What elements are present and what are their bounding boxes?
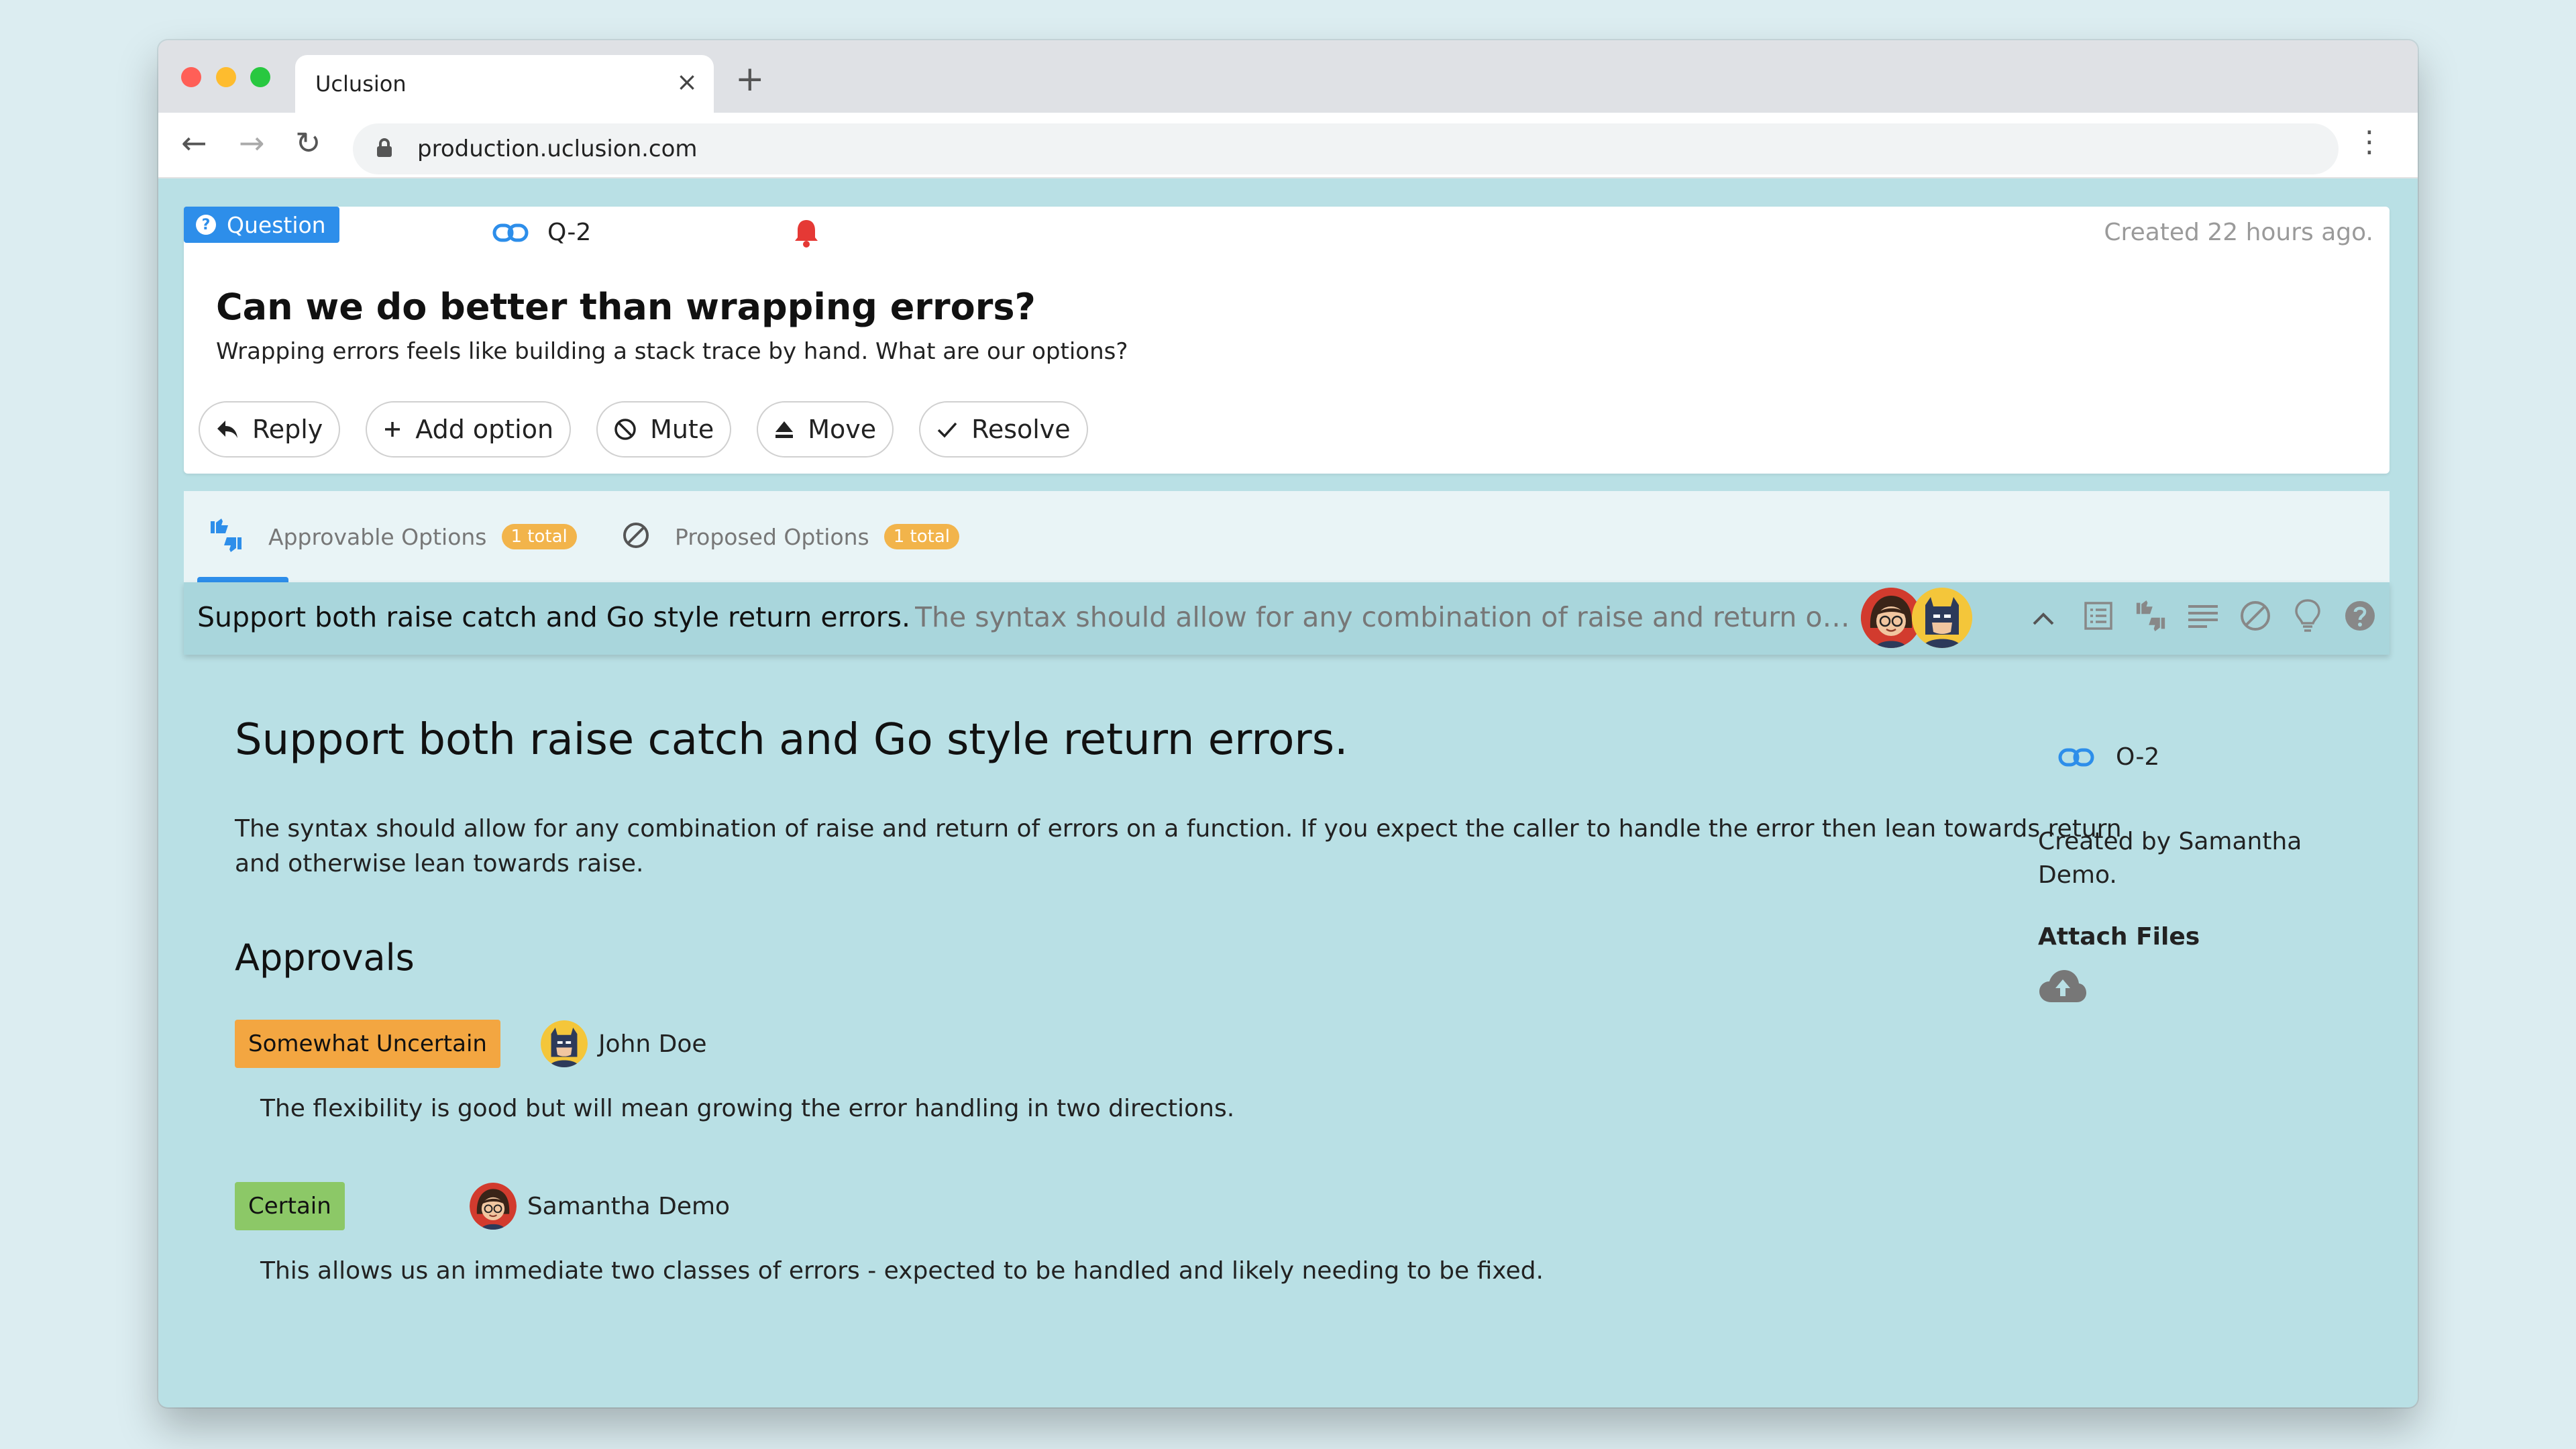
question-description: Wrapping errors feels like building a st…: [216, 338, 1128, 365]
forward-button[interactable]: →: [239, 127, 265, 158]
option-id: O-2: [2116, 743, 2160, 771]
mute-label: Mute: [650, 415, 714, 444]
avatar-samantha: [469, 1183, 517, 1230]
back-button[interactable]: ←: [181, 127, 207, 158]
approvable-count-badge: 1 total: [501, 524, 577, 549]
browser-window: Uclusion × + ← → ↻ production.uclusion.c…: [158, 40, 2418, 1407]
option-description: The syntax should allow for any combinat…: [235, 815, 2122, 877]
question-actions: Reply Add option Mute Move Resolve: [199, 401, 1088, 458]
link-icon[interactable]: [2058, 747, 2094, 767]
mute-button[interactable]: Mute: [596, 401, 732, 458]
add-option-button[interactable]: Add option: [366, 401, 572, 458]
question-title: Can we do better than wrapping errors?: [216, 286, 1036, 328]
options-tabs: Approvable Options 1 total Proposed Opti…: [184, 491, 2390, 582]
certainty-badge: Certain: [235, 1182, 345, 1230]
approver-name: John Doe: [598, 1030, 707, 1058]
cloud-upload-icon[interactable]: [2038, 969, 2088, 1008]
question-id: Q-2: [547, 219, 592, 246]
collapse-chevron-icon[interactable]: [2031, 600, 2055, 634]
tab-approvable-label: Approvable Options: [268, 523, 487, 550]
thumbs-up-down-icon[interactable]: [2132, 597, 2169, 635]
browser-menu-button[interactable]: ⋮: [2355, 127, 2384, 157]
reload-button[interactable]: ↻: [295, 127, 321, 158]
approvals-heading: Approvals: [235, 936, 415, 979]
option-row-snippet: The syntax should allow for any combinat…: [915, 601, 1851, 633]
tab-title: Uclusion: [315, 71, 407, 97]
link-icon[interactable]: [492, 223, 529, 243]
lightbulb-icon[interactable]: [2289, 597, 2326, 635]
block-icon[interactable]: [2237, 597, 2274, 635]
maximize-window-button[interactable]: [250, 67, 270, 87]
approver-name: Samantha Demo: [527, 1192, 731, 1220]
option-row-actions: [2080, 597, 2379, 635]
document-list-icon[interactable]: [2080, 597, 2117, 635]
question-badge: ? Question: [184, 207, 339, 243]
block-icon: [621, 521, 651, 553]
check-icon: [936, 420, 958, 439]
move-label: Move: [808, 415, 877, 444]
url-text[interactable]: production.uclusion.com: [417, 136, 698, 162]
close-window-button[interactable]: [181, 67, 201, 87]
approval-row: Somewhat Uncertain John Doe: [235, 1020, 707, 1068]
tab-approvable-options[interactable]: Approvable Options 1 total: [208, 491, 577, 582]
question-card: ? Question Q-2 Created 22 hours ago. Can…: [184, 207, 2390, 474]
resolve-button[interactable]: Resolve: [919, 401, 1088, 458]
address-bar[interactable]: production.uclusion.com: [353, 123, 2339, 174]
move-button[interactable]: Move: [757, 401, 894, 458]
approval-row: Certain Samantha Demo: [235, 1182, 730, 1230]
eject-icon: [774, 420, 794, 439]
approval-comment: The flexibility is good but will mean gr…: [260, 1095, 1235, 1122]
new-tab-button[interactable]: +: [735, 62, 765, 97]
attach-files-label: Attach Files: [2038, 923, 2200, 951]
notes-icon[interactable]: [2184, 597, 2222, 635]
question-link[interactable]: Q-2: [492, 219, 591, 246]
reply-button[interactable]: Reply: [199, 401, 341, 458]
created-by: Created by Samantha Demo.: [2038, 828, 2302, 889]
resolve-label: Resolve: [971, 415, 1071, 444]
reply-label: Reply: [252, 415, 323, 444]
tab-proposed-label: Proposed Options: [675, 523, 869, 550]
approval-comment: This allows us an immediate two classes …: [260, 1257, 1544, 1285]
minimize-window-button[interactable]: [216, 67, 236, 87]
avatar-john: [540, 1020, 588, 1067]
certainty-badge: Somewhat Uncertain: [235, 1020, 500, 1068]
page-content: ? Question Q-2 Created 22 hours ago. Can…: [158, 178, 2418, 1407]
active-tab-indicator: [197, 577, 288, 582]
thumbs-up-down-icon: [208, 519, 244, 555]
question-badge-label: Question: [227, 211, 326, 238]
created-time: Created 22 hours ago.: [2104, 219, 2373, 246]
proposed-count-badge: 1 total: [883, 524, 960, 549]
reply-icon: [216, 419, 239, 439]
avatar-john: [1912, 588, 1972, 648]
tab-proposed-options[interactable]: Proposed Options 1 total: [621, 491, 960, 582]
add-option-label: Add option: [415, 415, 554, 444]
option-title: Support both raise catch and Go style re…: [235, 715, 1348, 765]
notification-bell-icon[interactable]: [793, 217, 820, 248]
help-icon: ?: [196, 215, 216, 235]
title-bar: Uclusion × +: [158, 40, 2418, 114]
lock-icon: [377, 138, 392, 157]
help-icon[interactable]: [2341, 597, 2379, 635]
option-row-title: Support both raise catch and Go style re…: [197, 601, 911, 633]
option-link[interactable]: O-2: [2058, 743, 2159, 771]
option-row[interactable]: Support both raise catch and Go style re…: [184, 582, 2390, 655]
plus-icon: [383, 420, 402, 439]
browser-tab[interactable]: Uclusion ×: [295, 55, 714, 114]
browser-toolbar: ← → ↻ production.uclusion.com ⋮: [158, 113, 2418, 178]
tab-close-icon[interactable]: ×: [676, 67, 698, 97]
block-icon: [614, 418, 637, 441]
